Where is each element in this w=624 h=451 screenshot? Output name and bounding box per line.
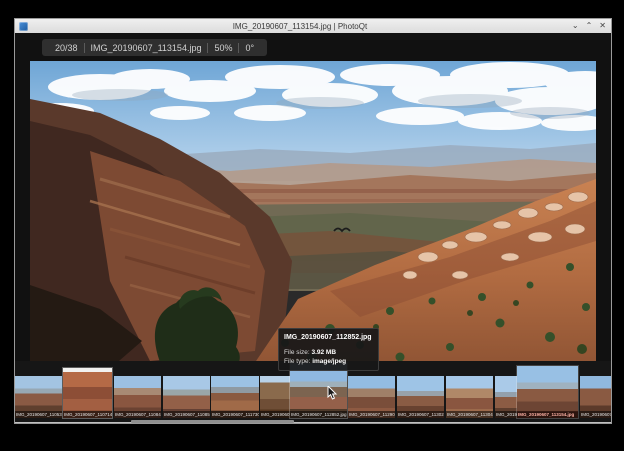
thumbnail[interactable]: IMG_20190607_113022.jpg [397, 376, 444, 418]
rotation-angle: 0° [238, 43, 260, 53]
thumbnail-label: IMG_20190607_113022.jpg [397, 411, 444, 418]
thumbnail-scrollbar[interactable] [131, 420, 294, 423]
thumbnail-label: IMG_20190607_111730.jpg [211, 411, 259, 418]
thumbnail[interactable]: IMG_20190607_112903.jpg [348, 376, 395, 418]
photoqt-app-icon[interactable] [19, 22, 28, 31]
thumbnail[interactable]: IMG_20190607_113043.jpg [446, 376, 493, 418]
maximize-icon[interactable]: ⌃ [586, 22, 593, 30]
tooltip-file-size: File size: 3.92 MB [284, 348, 372, 357]
thumbnail[interactable]: IMG_20190607_110843.jpg [114, 376, 161, 418]
main-photo[interactable] [30, 61, 596, 367]
window-bottom-edge [15, 422, 611, 423]
thumbnail-label: IMG_20190607_113212.jpg [580, 411, 611, 418]
viewer-content: 20/38 IMG_20190607_113154.jpg 50% 0° [15, 33, 611, 423]
thumbnail-label: IMG_20190607_110851.jpg [163, 411, 210, 418]
mouse-cursor-icon [327, 386, 339, 400]
thumbnail-label: IMG_20190607_110714.jpg [63, 411, 112, 418]
thumbnail-label: IMG_20190607_110531.jpg [15, 411, 62, 418]
image-counter: 20/38 [49, 43, 84, 53]
thumbnail[interactable]: IMG_20190607_111730.jpg [211, 376, 259, 418]
photoqt-window: IMG_20190607_113154.jpg | PhotoQt ⌄ ⌃ ✕ … [14, 18, 612, 424]
canyon-photo-art [30, 61, 596, 367]
titlebar: IMG_20190607_113154.jpg | PhotoQt ⌄ ⌃ ✕ [15, 19, 611, 33]
thumbnail-label: IMG_20190607_112903.jpg [348, 411, 395, 418]
thumbnail-label: IMG_20190607_110843.jpg [114, 411, 161, 418]
tooltip-filename: IMG_20190607_112852.jpg [284, 333, 372, 342]
thumbnail-label: IMG_20190607_113154.jpg [517, 411, 578, 418]
window-title: IMG_20190607_113154.jpg | PhotoQt [28, 22, 572, 31]
thumbnail[interactable]: IMG_20190607_110851.jpg [163, 376, 210, 418]
thumbnail[interactable]: IMG_20190607_110531.jpg [15, 376, 62, 418]
status-toolbar: 20/38 IMG_20190607_113154.jpg 50% 0° [42, 39, 267, 56]
tooltip-file-type: File type: image/jpeg [284, 357, 372, 366]
thumbnail-label: IMG_20190607_113043.jpg [446, 411, 493, 418]
thumbnail[interactable]: IMG_20190607_113212.jpg [580, 376, 611, 418]
current-filename: IMG_20190607_113154.jpg [84, 43, 208, 53]
thumbnail-label: IMG_20190607_112852.jpg [290, 411, 347, 418]
thumbnail-tooltip: IMG_20190607_112852.jpg File size: 3.92 … [278, 328, 379, 371]
thumbnail[interactable]: IMG_20190607_110714.jpg [63, 368, 112, 418]
minimize-icon[interactable]: ⌄ [572, 22, 579, 30]
thumbnail[interactable]: IMG_20190607_113154.jpg [517, 366, 578, 418]
zoom-level: 50% [207, 43, 238, 53]
close-icon[interactable]: ✕ [599, 22, 606, 30]
